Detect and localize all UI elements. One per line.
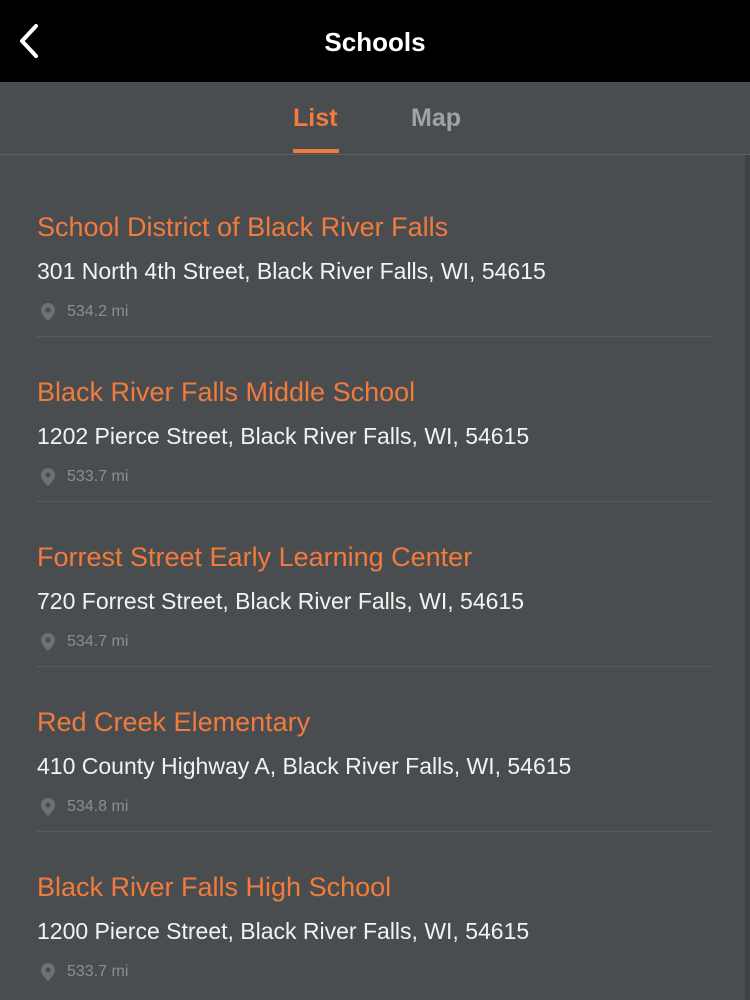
active-tab-indicator: [293, 149, 339, 153]
list-item[interactable]: Red Creek Elementary 410 County Highway …: [37, 667, 713, 832]
school-distance: 534.7 mi: [41, 633, 128, 651]
school-name: Forrest Street Early Learning Center: [37, 542, 473, 572]
school-distance: 534.8 mi: [41, 798, 128, 816]
location-pin-icon: [41, 963, 55, 981]
page-title: Schools: [324, 27, 426, 57]
tab-map[interactable]: Map: [411, 82, 461, 154]
school-address: 720 Forrest Street, Black River Falls, W…: [37, 588, 525, 614]
school-address: 301 North 4th Street, Black River Falls,…: [37, 258, 546, 284]
list-item[interactable]: Black River Falls High School 1200 Pierc…: [37, 832, 713, 997]
tab-list[interactable]: List: [293, 82, 337, 154]
tab-bar: List Map: [0, 82, 750, 155]
school-address: 410 County Highway A, Black River Falls,…: [37, 753, 572, 779]
location-pin-icon: [41, 633, 55, 651]
list-item[interactable]: School District of Black River Falls 301…: [37, 172, 713, 337]
school-name: School District of Black River Falls: [37, 212, 449, 242]
location-pin-icon: [41, 798, 55, 816]
top-bar: Schools: [0, 0, 750, 82]
school-distance: 533.7 mi: [41, 468, 128, 486]
school-name: Black River Falls High School: [37, 872, 392, 902]
location-pin-icon: [41, 468, 55, 486]
school-name: Red Creek Elementary: [37, 707, 311, 737]
school-address: 1202 Pierce Street, Black River Falls, W…: [37, 423, 530, 449]
school-distance: 533.7 mi: [41, 963, 128, 981]
distance-value: 534.7 mi: [67, 633, 129, 650]
school-list[interactable]: School District of Black River Falls 301…: [0, 155, 750, 1000]
distance-value: 534.2 mi: [67, 303, 129, 320]
distance-value: 533.7 mi: [67, 963, 129, 980]
distance-value: 534.8 mi: [67, 798, 129, 815]
list-item[interactable]: Black River Falls Middle School 1202 Pie…: [37, 337, 713, 502]
school-address: 1200 Pierce Street, Black River Falls, W…: [37, 918, 530, 944]
school-name: Black River Falls Middle School: [37, 377, 416, 407]
list-item[interactable]: Forrest Street Early Learning Center 720…: [37, 502, 713, 667]
location-pin-icon: [41, 303, 55, 321]
schools-screen: Schools List Map School District of Blac…: [0, 0, 750, 1000]
distance-value: 533.7 mi: [67, 468, 129, 485]
school-distance: 534.2 mi: [41, 303, 128, 321]
